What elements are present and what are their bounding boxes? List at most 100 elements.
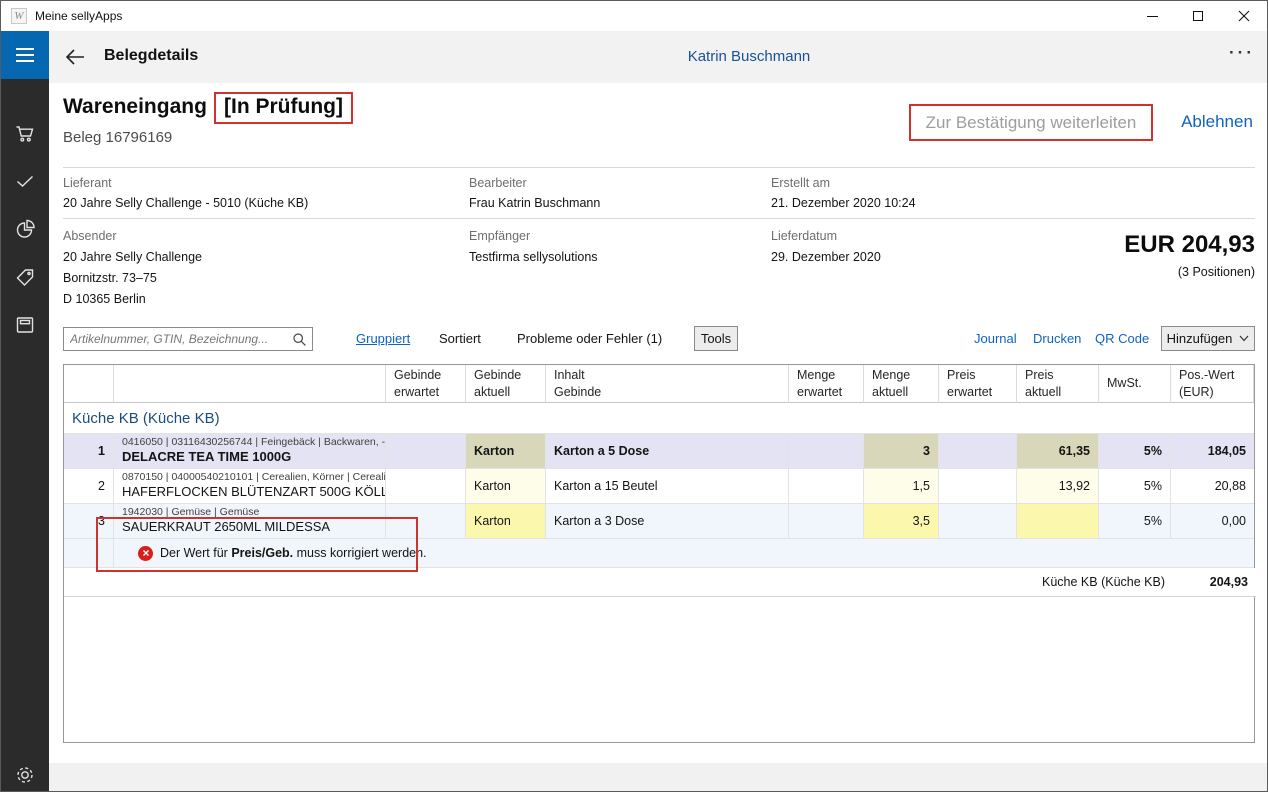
tab-sortiert[interactable]: Sortiert xyxy=(439,331,481,346)
row-number: 3 xyxy=(64,504,114,539)
content: Wareneingang [In Prüfung] Beleg 16796169… xyxy=(49,83,1268,763)
absender-line-1: 20 Jahre Selly Challenge xyxy=(63,250,202,264)
close-button[interactable] xyxy=(1221,1,1267,31)
menge-aktuell-cell[interactable]: 3,5 xyxy=(864,504,939,539)
sidebar-item-tasks[interactable] xyxy=(1,163,49,199)
gebinde-erwartet-cell xyxy=(386,469,466,504)
col-header-menge-aktuell: Mengeaktuell xyxy=(864,365,939,403)
col-header-inhalt-gebinde: InhaltGebinde xyxy=(546,365,789,403)
col-header-mwst: MwSt. xyxy=(1099,365,1171,403)
more-options-button[interactable]: ··· xyxy=(1229,43,1255,63)
article-cell: 0870150 | 04000540210101 | Cerealien, Kö… xyxy=(114,469,386,504)
qr-code-link[interactable]: QR Code xyxy=(1095,331,1149,346)
back-button[interactable] xyxy=(61,45,89,69)
tab-gruppiert[interactable]: Gruppiert xyxy=(356,331,410,346)
absender-label: Absender xyxy=(63,229,117,243)
table-row[interactable]: 3 1942030 | Gemüse | Gemüse SAUERKRAUT 2… xyxy=(64,504,1254,539)
menge-aktuell-cell[interactable]: 1,5 xyxy=(864,469,939,504)
lieferdatum-value: 29. Dezember 2020 xyxy=(771,250,881,264)
menge-erwartet-cell xyxy=(789,469,864,504)
menu-button[interactable] xyxy=(1,31,49,79)
user-name[interactable]: Katrin Buschmann xyxy=(639,48,859,65)
mwst-cell: 5% xyxy=(1099,504,1171,539)
row-number: 1 xyxy=(64,434,114,469)
close-icon xyxy=(1238,10,1250,22)
lieferant-value: 20 Jahre Selly Challenge - 5010 (Küche K… xyxy=(63,196,308,210)
document-number: Beleg 16796169 xyxy=(63,129,172,146)
gebinde-aktuell-cell[interactable]: Karton xyxy=(466,469,546,504)
journal-link[interactable]: Journal xyxy=(974,331,1017,346)
table-row[interactable]: 1 0416050 | 03116430256744 | Feingebäck … xyxy=(64,434,1254,469)
sidebar-item-catalog[interactable] xyxy=(1,307,49,343)
preis-aktuell-cell[interactable]: 13,92 xyxy=(1017,469,1099,504)
preis-erwartet-cell xyxy=(939,434,1017,469)
col-header-rownum xyxy=(64,365,114,403)
back-arrow-icon xyxy=(64,48,86,66)
reject-button[interactable]: Ablehnen xyxy=(1178,112,1256,132)
hinzufuegen-button[interactable]: Hinzufügen xyxy=(1161,326,1255,351)
maximize-icon xyxy=(1193,11,1203,21)
page-title: Belegdetails xyxy=(104,47,198,65)
col-header-article xyxy=(114,365,386,403)
col-header-pos-wert: Pos.-Wert(EUR) xyxy=(1171,365,1254,403)
divider xyxy=(63,167,1255,168)
preis-aktuell-cell[interactable] xyxy=(1017,504,1099,539)
title-bar: W Meine sellyApps xyxy=(1,1,1267,31)
sidebar-item-offers[interactable] xyxy=(1,259,49,295)
search-input[interactable] xyxy=(70,329,285,349)
gebinde-aktuell-cell[interactable]: Karton xyxy=(466,434,546,469)
preis-aktuell-cell[interactable]: 61,35 xyxy=(1017,434,1099,469)
forward-for-confirmation-button[interactable]: Zur Bestätigung weiterleiten xyxy=(909,104,1153,141)
bearbeiter-label: Bearbeiter xyxy=(469,176,527,190)
pos-wert-cell: 184,05 xyxy=(1171,434,1254,469)
tab-probleme-oder-fehler[interactable]: Probleme oder Fehler (1) xyxy=(517,331,662,346)
total-positions: (3 Positionen) xyxy=(1055,265,1255,279)
article-name: DELACRE TEA TIME 1000G xyxy=(122,449,291,465)
minimize-button[interactable] xyxy=(1129,1,1175,31)
error-icon xyxy=(138,546,153,561)
lieferant-label: Lieferant xyxy=(63,176,112,190)
col-header-gebinde-aktuell: Gebindeaktuell xyxy=(466,365,546,403)
drucken-link[interactable]: Drucken xyxy=(1033,331,1081,346)
total-amount: EUR 204,93 xyxy=(955,231,1255,259)
gebinde-erwartet-cell xyxy=(386,504,466,539)
article-cell: 0416050 | 03116430256744 | Feingebäck | … xyxy=(114,434,386,469)
table-header-row: Gebindeerwartet Gebindeaktuell InhaltGeb… xyxy=(64,365,1254,403)
empfaenger-label: Empfänger xyxy=(469,229,530,243)
preis-erwartet-cell xyxy=(939,504,1017,539)
book-icon xyxy=(13,313,37,337)
row-number: 2 xyxy=(64,469,114,504)
maximize-button[interactable] xyxy=(1175,1,1221,31)
validation-error-row: Der Wert für Preis/Geb. muss korrigiert … xyxy=(64,539,1254,568)
sidebar xyxy=(1,31,49,792)
error-message: Der Wert für Preis/Geb. muss korrigiert … xyxy=(160,546,427,560)
app-icon: W xyxy=(11,8,27,24)
settings-button[interactable] xyxy=(1,757,49,792)
document-type-title: Wareneingang xyxy=(63,95,207,119)
cart-icon xyxy=(13,121,37,145)
search-icon xyxy=(292,332,307,347)
erstellt-am-label: Erstellt am xyxy=(771,176,830,190)
group-total-value: 204,93 xyxy=(1173,568,1256,597)
gear-icon xyxy=(13,763,37,787)
article-meta: 0416050 | 03116430256744 | Feingebäck | … xyxy=(122,436,386,449)
group-total-row: Küche KB (Küche KB) 204,93 xyxy=(64,568,1254,597)
pos-wert-cell: 0,00 xyxy=(1171,504,1254,539)
inhalt-gebinde-cell: Karton a 5 Dose xyxy=(546,434,789,469)
mwst-cell: 5% xyxy=(1099,469,1171,504)
app-window: W Meine sellyApps xyxy=(0,0,1268,792)
app-header: Belegdetails Katrin Buschmann ··· xyxy=(49,31,1268,83)
article-cell: 1942030 | Gemüse | Gemüse SAUERKRAUT 265… xyxy=(114,504,386,539)
gebinde-aktuell-cell[interactable]: Karton xyxy=(466,504,546,539)
tools-button[interactable]: Tools xyxy=(694,326,738,351)
menge-aktuell-cell[interactable]: 3 xyxy=(864,434,939,469)
sidebar-item-cart[interactable] xyxy=(1,115,49,151)
group-header: Küche KB (Küche KB) xyxy=(64,403,1254,434)
preis-erwartet-cell xyxy=(939,469,1017,504)
table-row[interactable]: 2 0870150 | 04000540210101 | Cerealien, … xyxy=(64,469,1254,504)
article-name: SAUERKRAUT 2650ML MILDESSA xyxy=(122,519,330,535)
sidebar-item-statistics[interactable] xyxy=(1,211,49,247)
positions-table: Gebindeerwartet Gebindeaktuell InhaltGeb… xyxy=(63,364,1255,743)
col-header-preis-aktuell: Preisaktuell xyxy=(1017,365,1099,403)
window-title: Meine sellyApps xyxy=(35,9,122,23)
